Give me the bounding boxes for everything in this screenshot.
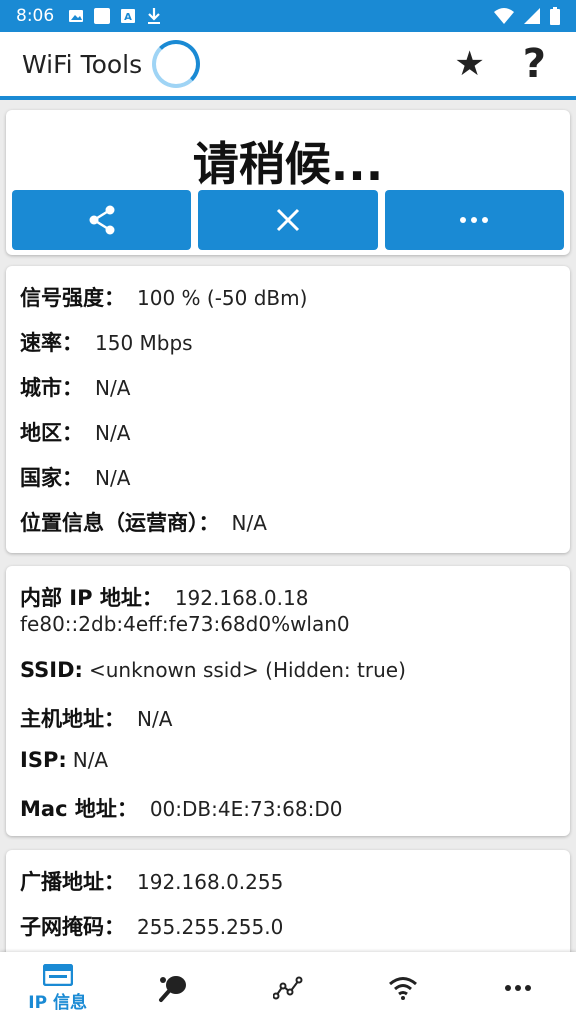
info-row-country: 国家： N/A <box>6 462 570 507</box>
nav-label-ip-info: IP 信息 <box>28 992 87 1013</box>
mac-value: 00:DB:4E:73:68:D0 <box>149 797 343 821</box>
download-icon <box>148 8 161 24</box>
graph-icon <box>273 976 303 1000</box>
status-bar: 8:06 A <box>0 0 576 32</box>
favorite-star-icon[interactable]: ★ <box>454 44 484 84</box>
app-title: WiFi Tools <box>22 49 143 79</box>
info-row-broadcast: 广播地址： 192.168.0.255 <box>6 866 570 911</box>
signal-strength-value: 100 % (-50 dBm) <box>137 286 308 310</box>
isp-label: ISP: <box>20 748 67 772</box>
svg-text:A: A <box>124 12 132 23</box>
info-row-ssid: SSID: <unknown ssid> (Hidden: true) <box>6 658 570 703</box>
info-row-signal-strength: 信号强度： 100 % (-50 dBm) <box>6 282 570 327</box>
wifi-status-icon <box>494 8 514 24</box>
status-time: 8:06 <box>16 6 55 26</box>
subnet-info-card: 广播地址： 192.168.0.255 子网掩码： 255.255.255.0 <box>6 850 570 960</box>
close-icon <box>276 208 300 232</box>
battery-icon <box>550 7 560 25</box>
ping-pong-icon <box>158 976 186 1002</box>
location-value: N/A <box>231 511 267 535</box>
info-row-subnet-mask: 子网掩码： 255.255.255.0 <box>6 911 570 956</box>
ssid-value: <unknown ssid> (Hidden: true) <box>88 658 406 682</box>
region-value: N/A <box>95 421 131 445</box>
info-row-internal-ip: 内部 IP 地址： 192.168.0.18 <box>6 582 570 612</box>
city-label: 城市： <box>20 376 83 400</box>
nav-item-graph[interactable] <box>230 952 345 1024</box>
info-row-city: 城市： N/A <box>6 372 570 417</box>
mac-label: Mac 地址： <box>20 797 138 821</box>
host-label: 主机地址： <box>20 707 125 731</box>
region-label: 地区： <box>20 421 83 445</box>
share-icon <box>89 205 115 235</box>
subnet-mask-label: 子网掩码： <box>20 915 125 939</box>
bottom-navigation: IP 信息 <box>0 952 576 1024</box>
signal-info-card: 信号强度： 100 % (-50 dBm) 速率： 150 Mbps 城市： N… <box>6 266 570 553</box>
help-icon[interactable]: ? <box>523 41 546 87</box>
notification-square-icon <box>94 8 111 24</box>
wifi-icon <box>389 977 418 1000</box>
internal-ip-v4-value: 192.168.0.18 <box>174 586 309 610</box>
nav-item-ip-info[interactable]: IP 信息 <box>0 952 115 1024</box>
host-value: N/A <box>137 707 173 731</box>
image-notification-icon <box>69 10 84 22</box>
country-value: N/A <box>95 466 131 490</box>
please-wait-heading: 请稍候... <box>192 137 384 191</box>
loading-spinner-icon <box>152 40 201 88</box>
cancel-button[interactable] <box>198 190 378 250</box>
speed-value: 150 Mbps <box>95 331 193 355</box>
info-row-location: 位置信息（运营商）： N/A <box>6 507 570 552</box>
network-info-card: 内部 IP 地址： 192.168.0.18 fe80::2db:4eff:fe… <box>6 566 570 836</box>
country-label: 国家： <box>20 466 83 490</box>
info-row-speed: 速率： 150 Mbps <box>6 327 570 372</box>
speed-label: 速率： <box>20 331 83 355</box>
info-row-mac: Mac 地址： 00:DB:4E:73:68:D0 <box>6 793 570 838</box>
info-row-region: 地区： N/A <box>6 417 570 462</box>
info-row-isp: ISP: N/A <box>6 748 570 793</box>
internal-ip-v6-value: fe80::2db:4eff:fe73:68d0%wlan0 <box>20 612 350 636</box>
info-row-host: 主机地址： N/A <box>6 703 570 748</box>
location-label: 位置信息（运营商）： <box>20 511 220 535</box>
nav-item-ping[interactable] <box>115 952 230 1024</box>
broadcast-value: 192.168.0.255 <box>137 870 284 894</box>
nav-item-more[interactable] <box>461 952 576 1024</box>
signal-strength-label: 信号强度： <box>20 286 125 310</box>
signal-icon <box>524 8 540 24</box>
status-card: 请稍候... <box>6 110 570 255</box>
ip-info-icon <box>42 963 73 986</box>
ssid-label: SSID: <box>20 658 83 682</box>
nav-item-wifi[interactable] <box>346 952 461 1024</box>
isp-value: N/A <box>72 748 109 772</box>
text-notification-icon: A <box>121 9 136 23</box>
subnet-mask-value: 255.255.255.0 <box>137 915 284 939</box>
city-value: N/A <box>95 376 131 400</box>
broadcast-label: 广播地址： <box>20 870 125 894</box>
more-options-button[interactable] <box>384 190 564 250</box>
app-bar: WiFi Tools ★ ? <box>0 32 576 100</box>
more-horizontal-icon <box>460 217 489 223</box>
more-icon <box>505 985 532 991</box>
internal-ip-label: 内部 IP 地址： <box>20 586 163 610</box>
share-button[interactable] <box>12 190 192 250</box>
